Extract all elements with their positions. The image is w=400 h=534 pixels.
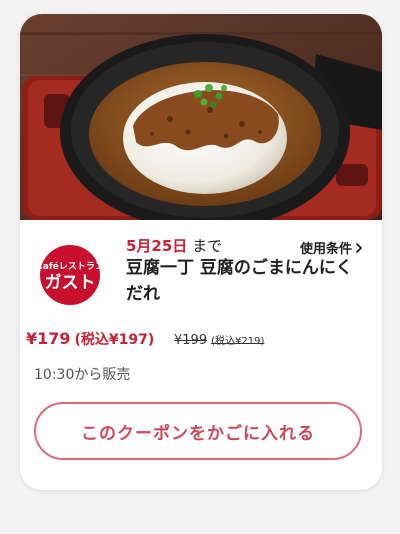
price-tax: (税込¥197)	[74, 332, 155, 348]
sale-hours: 10:30から販売	[34, 367, 131, 383]
original-price: ¥199 (税込¥219)	[174, 332, 264, 348]
expiry-date-highlight: 5月25日	[126, 237, 188, 255]
food-photo	[20, 14, 382, 220]
svg-text:Caféレストラン: Caféレストラン	[40, 261, 100, 272]
gusto-logo: Caféレストラン ガスト	[40, 245, 100, 305]
chevron-right-icon	[356, 242, 362, 253]
coupon-title: 豆腐一丁 豆腐のごまにんにくだれ	[126, 258, 353, 304]
expiry-date-suffix: まで	[187, 237, 223, 255]
original-price-value: ¥199	[174, 333, 208, 348]
original-price-tax: (税込¥219)	[211, 336, 265, 347]
expiry-date: 5月25日 まで	[126, 235, 222, 256]
add-to-cart-button[interactable]: このクーポンをかごに入れる	[34, 402, 362, 460]
price-value: ¥179	[26, 329, 71, 348]
coupon-card: Caféレストラン ガスト 5月25日 まで 使用条件 豆腐一丁 豆腐のごまにん…	[20, 14, 382, 490]
svg-text:ガスト: ガスト	[45, 273, 96, 293]
coupon-price: ¥179 (税込¥197)	[26, 329, 154, 349]
